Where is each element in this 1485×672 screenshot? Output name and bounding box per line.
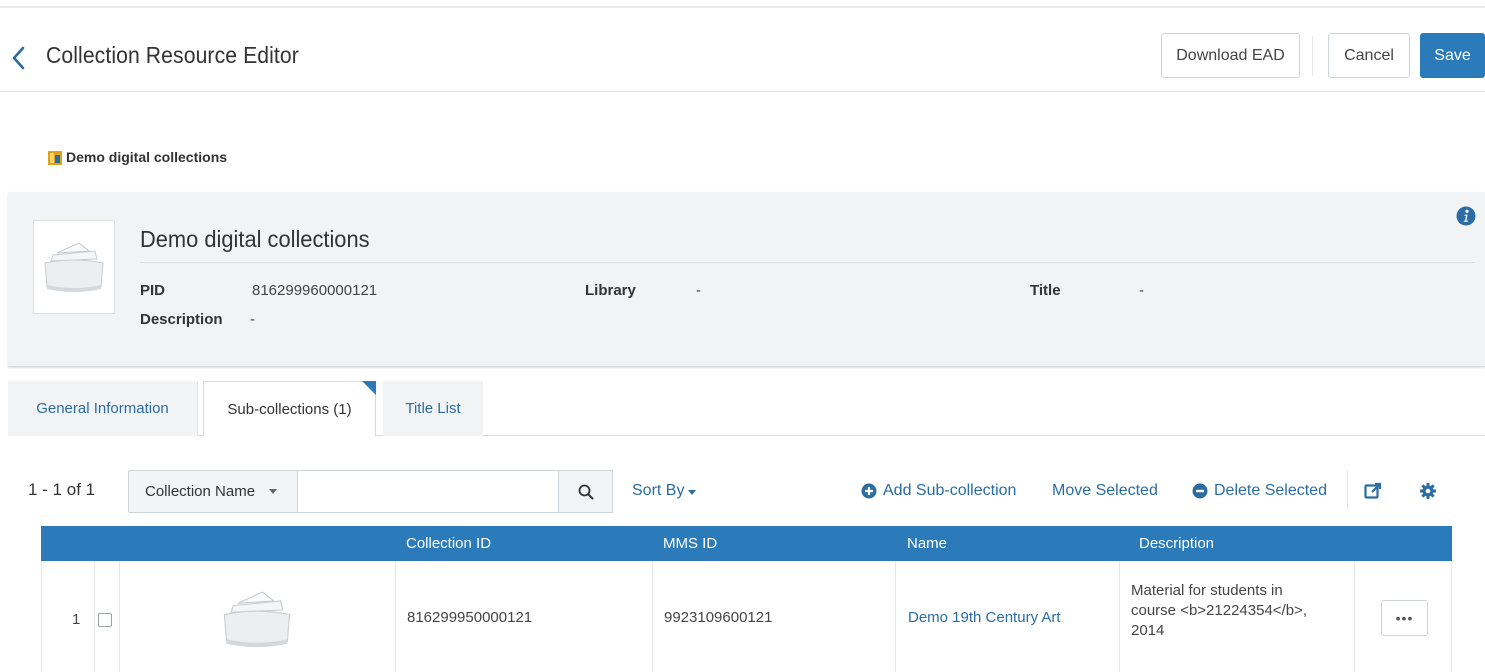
column-header-mms-id[interactable]: MMS ID — [663, 526, 717, 561]
description-label: Description — [140, 311, 223, 328]
add-sub-collection-button[interactable]: Add Sub-collection — [861, 482, 1016, 500]
tab-sub-collections[interactable]: Sub-collections (1) — [203, 381, 376, 437]
search-input[interactable] — [297, 470, 559, 513]
library-value: - — [696, 282, 701, 299]
result-count: 1 - 1 of 1 — [28, 480, 96, 499]
row-thumbnail — [217, 583, 297, 655]
folder-icon — [223, 591, 291, 648]
title-value: - — [1139, 282, 1144, 299]
add-sub-collection-label: Add Sub-collection — [883, 482, 1017, 499]
tab-label: Sub-collections (1) — [227, 400, 352, 418]
table-row: 1 816299950000121 9923109600121 Demo 19t… — [41, 561, 1452, 672]
plus-circle-icon — [861, 483, 877, 499]
toolbar-separator — [1347, 470, 1348, 510]
collection-id-cell: 816299950000121 — [407, 609, 533, 626]
tab-label: Title List — [405, 400, 461, 417]
save-button[interactable]: Save — [1420, 33, 1485, 78]
collection-summary-panel: Demo digital collections PID 81629996000… — [8, 192, 1485, 367]
folder-icon — [44, 242, 104, 292]
title-label: Title — [1030, 282, 1061, 299]
column-divider — [94, 561, 95, 672]
pid-value: 816299960000121 — [252, 282, 378, 299]
collection-title: Demo digital collections — [140, 226, 370, 252]
export-icon[interactable] — [1364, 482, 1382, 500]
sort-by-dropdown[interactable]: Sort By — [632, 482, 697, 500]
search-icon — [578, 484, 593, 499]
minus-circle-icon — [1192, 483, 1208, 499]
library-label: Library — [585, 282, 636, 299]
download-ead-button[interactable]: Download EAD — [1161, 33, 1300, 78]
delete-selected-button[interactable]: Delete Selected — [1192, 482, 1327, 500]
row-number: 1 — [72, 611, 81, 628]
description-cell: Material for students in course <b>21224… — [1131, 582, 1307, 639]
column-header-description[interactable]: Description — [1139, 526, 1214, 561]
search-field-dropdown[interactable]: Collection Name — [128, 470, 297, 513]
mms-id-cell: 9923109600121 — [664, 609, 773, 626]
move-selected-label: Move Selected — [1052, 482, 1158, 499]
gear-icon[interactable] — [1419, 482, 1437, 500]
column-header-name[interactable]: Name — [907, 526, 947, 561]
page-header: Collection Resource Editor Download EAD … — [0, 8, 1485, 92]
table-header: Collection ID MMS ID Name Description — [41, 526, 1452, 561]
collection-icon — [48, 150, 62, 165]
column-header-collection-id[interactable]: Collection ID — [406, 526, 491, 561]
collection-thumbnail — [33, 220, 115, 314]
column-divider — [1119, 561, 1120, 672]
breadcrumb: Demo digital collections — [48, 149, 227, 165]
chevron-down-icon — [269, 489, 278, 494]
page-title: Collection Resource Editor — [46, 42, 299, 68]
tab-general-information[interactable]: General Information — [8, 381, 198, 436]
sort-by-label: Sort By — [632, 482, 685, 499]
column-divider — [395, 561, 396, 672]
row-select-checkbox[interactable] — [98, 613, 112, 627]
back-arrow-icon[interactable] — [10, 45, 28, 71]
chevron-down-icon — [688, 489, 697, 495]
search-field-label: Collection Name — [145, 483, 256, 500]
delete-selected-label: Delete Selected — [1214, 482, 1327, 499]
collection-name-link[interactable]: Demo 19th Century Art — [908, 609, 1061, 626]
column-divider — [895, 561, 896, 672]
breadcrumb-label: Demo digital collections — [66, 149, 228, 165]
tab-label: General Information — [36, 400, 169, 417]
header-separator — [1312, 36, 1313, 76]
tab-title-list[interactable]: Title List — [383, 381, 483, 436]
description-value: - — [250, 311, 255, 328]
row-actions-button[interactable]: ••• — [1381, 600, 1428, 636]
cancel-button[interactable]: Cancel — [1328, 33, 1410, 78]
search-button[interactable] — [559, 470, 613, 513]
move-selected-button[interactable]: Move Selected — [1052, 482, 1158, 500]
info-icon[interactable] — [1456, 206, 1476, 226]
active-tab-corner — [362, 381, 376, 395]
column-divider — [1354, 561, 1355, 672]
column-divider — [119, 561, 120, 672]
summary-divider — [140, 262, 1475, 263]
column-divider — [652, 561, 653, 672]
pid-label: PID — [140, 282, 166, 299]
